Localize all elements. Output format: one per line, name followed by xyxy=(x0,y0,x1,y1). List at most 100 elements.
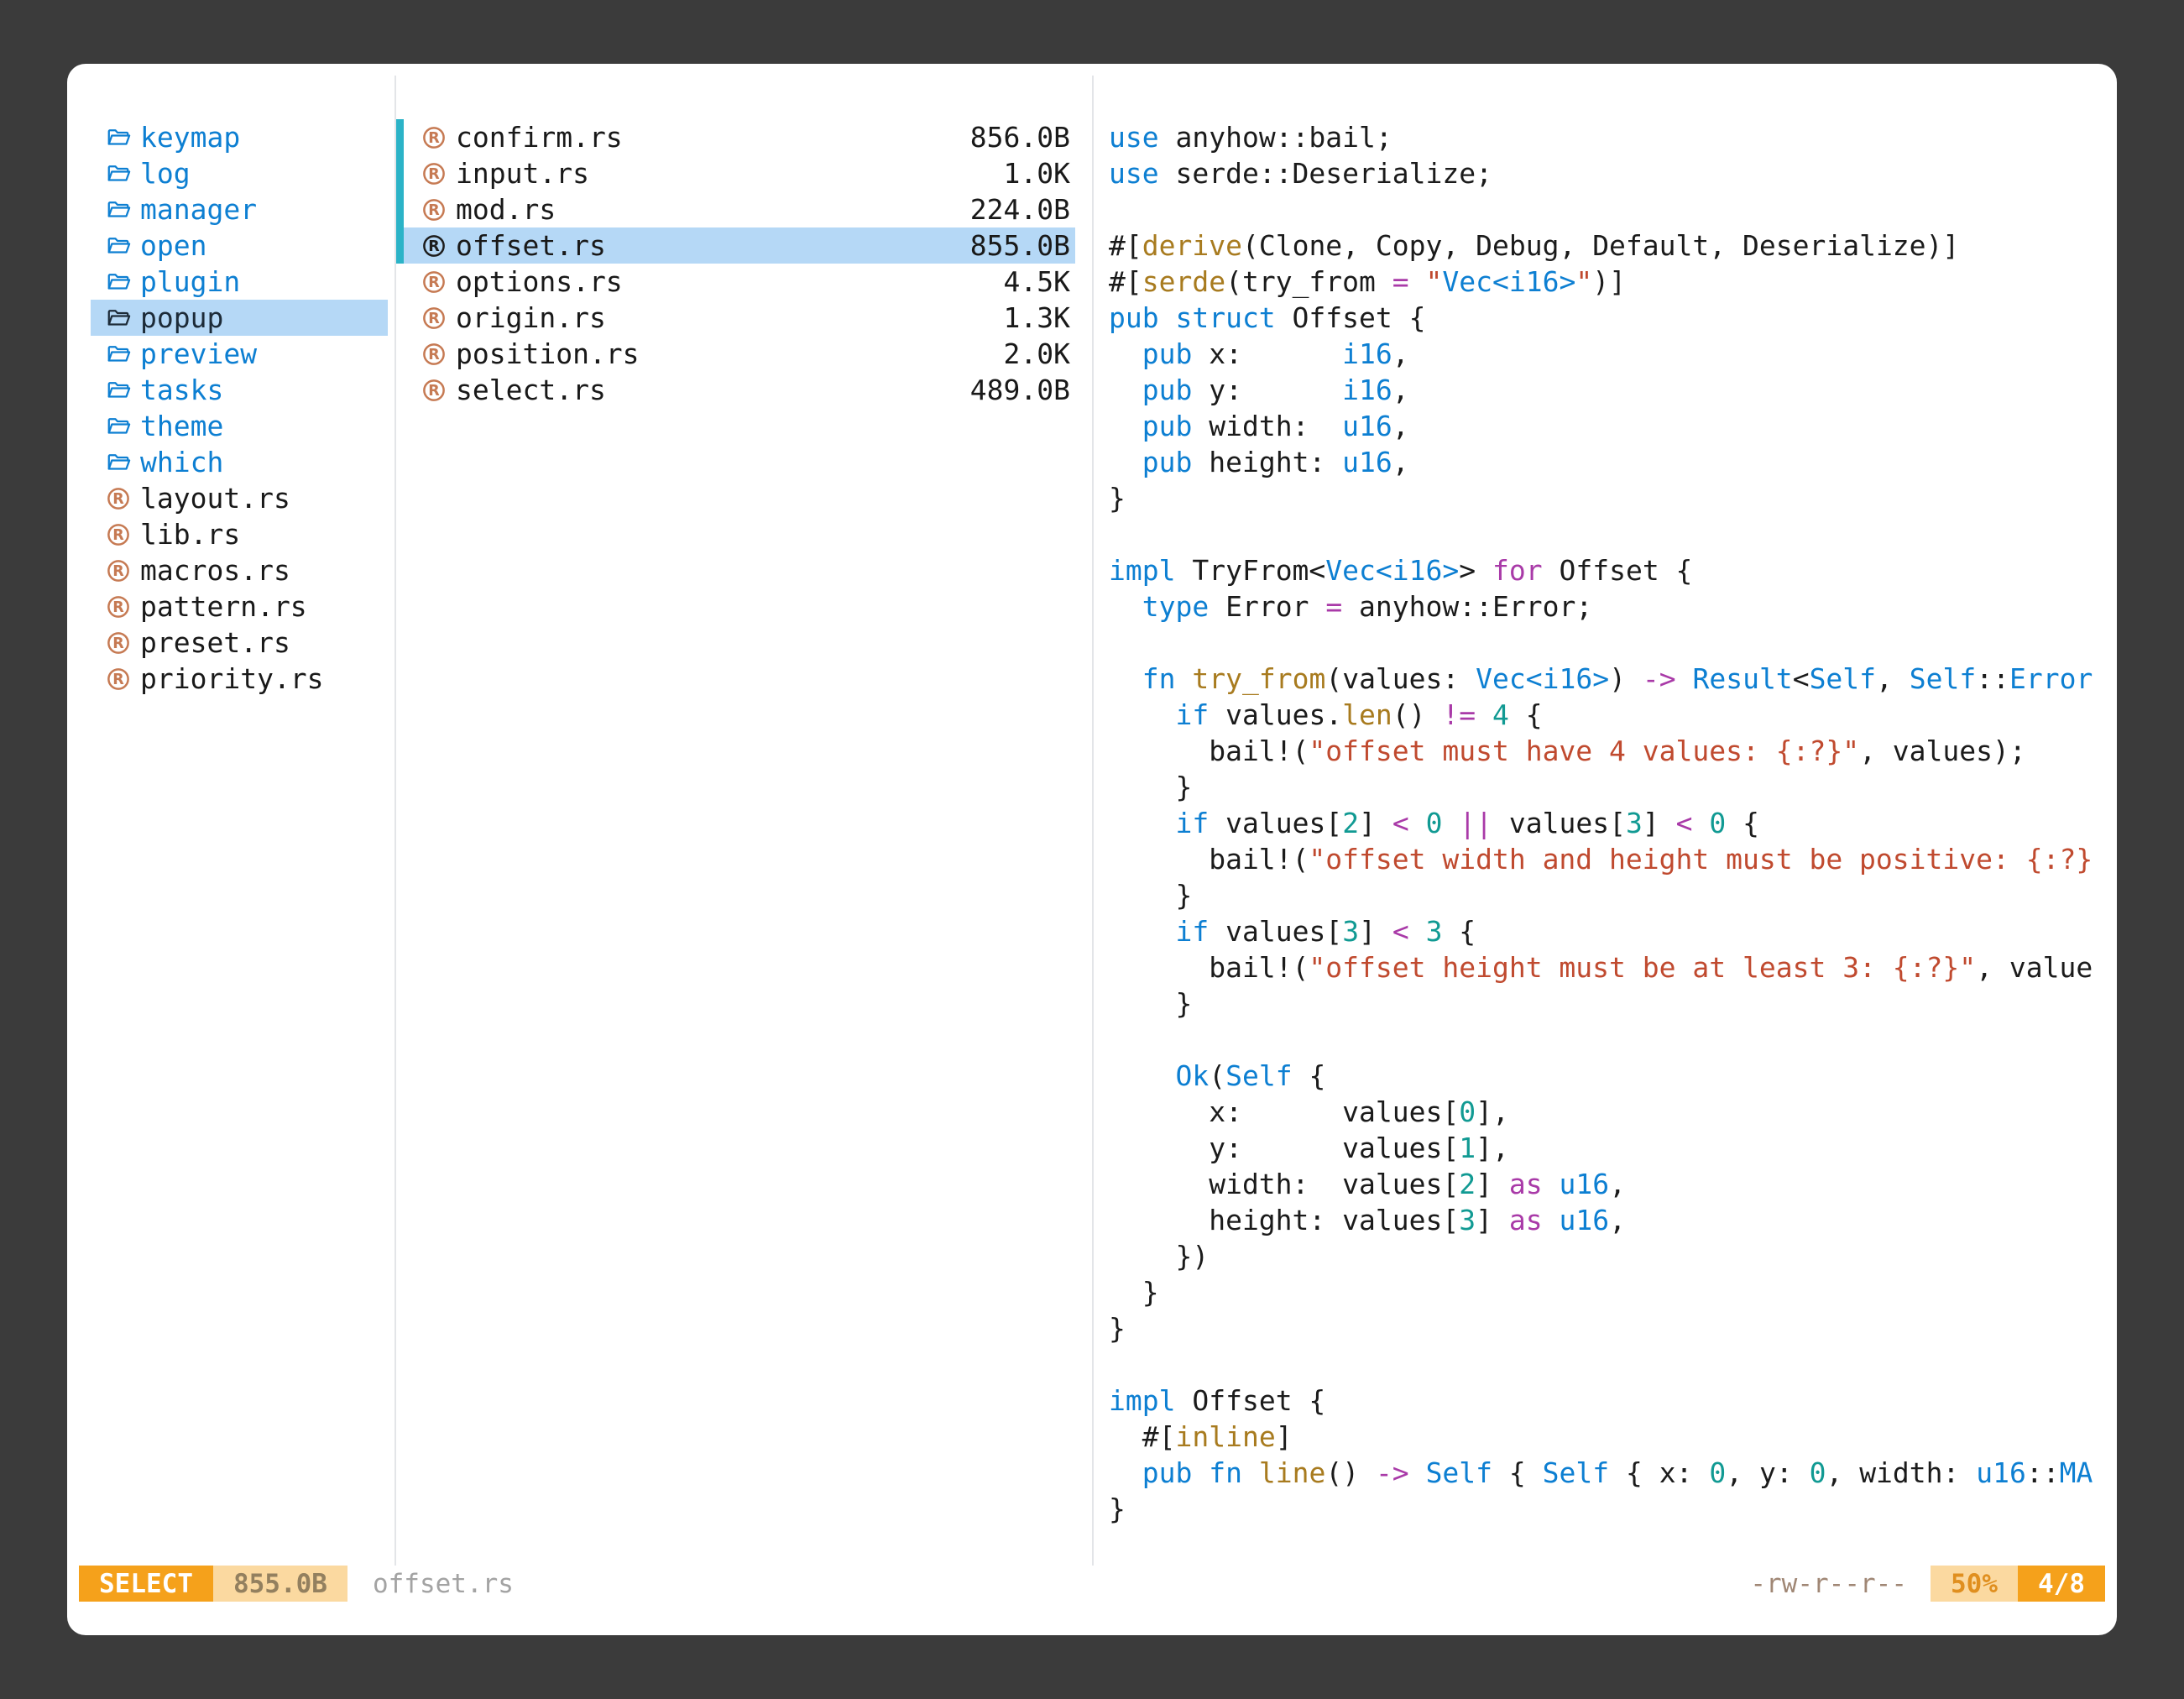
file-row[interactable]: R offset.rs 855.0B xyxy=(396,227,1075,264)
sidebar-item[interactable]: R preview xyxy=(91,336,388,372)
code-line: #[inline] xyxy=(1109,1419,2117,1455)
rust-file-icon: R xyxy=(106,522,131,547)
code-line: Ok(Self { xyxy=(1109,1058,2117,1094)
code-line: use anyhow::bail; xyxy=(1109,119,2117,155)
file-name: offset.rs xyxy=(456,229,970,262)
svg-text:R: R xyxy=(428,130,440,147)
file-row[interactable]: R position.rs 2.0K xyxy=(396,336,1075,372)
file-row[interactable]: R input.rs 1.0K xyxy=(396,155,1075,191)
preview-pane: use anyhow::bail;use serde::Deserialize;… xyxy=(1094,76,2117,1566)
item-label: macros.rs xyxy=(140,554,290,587)
file-size: 1.3K xyxy=(1004,301,1070,334)
folder-icon xyxy=(106,414,131,439)
code-line: #[derive(Clone, Copy, Debug, Default, De… xyxy=(1109,227,2117,264)
file-row[interactable]: R select.rs 489.0B xyxy=(396,372,1075,408)
file-name: confirm.rs xyxy=(456,121,970,154)
code-line: bail!("offset height must be at least 3:… xyxy=(1109,949,2117,985)
svg-text:R: R xyxy=(428,274,440,291)
file-name: mod.rs xyxy=(456,193,970,226)
code-line: fn try_from(values: Vec<i16>) -> Result<… xyxy=(1109,661,2117,697)
sidebar-item[interactable]: R priority.rs xyxy=(91,661,388,697)
folder-icon xyxy=(106,450,131,475)
file-size: 4.5K xyxy=(1004,265,1070,298)
item-label: preset.rs xyxy=(140,626,290,659)
sidebar-item[interactable]: R open xyxy=(91,227,388,264)
sidebar-item[interactable]: R macros.rs xyxy=(91,552,388,588)
svg-text:R: R xyxy=(428,202,440,219)
code-line: pub y: i16, xyxy=(1109,372,2117,408)
file-row[interactable]: R options.rs 4.5K xyxy=(396,264,1075,300)
rust-file-icon: R xyxy=(106,630,131,656)
file-row[interactable]: R origin.rs 1.3K xyxy=(396,300,1075,336)
svg-text:R: R xyxy=(112,672,124,688)
cursor-position-badge: 4/8 xyxy=(2018,1566,2105,1602)
code-line: bail!("offset width and height must be p… xyxy=(1109,841,2117,877)
sidebar-item[interactable]: R manager xyxy=(91,191,388,227)
folder-icon xyxy=(106,125,131,150)
file-row[interactable]: R mod.rs 224.0B xyxy=(396,191,1075,227)
item-label: popup xyxy=(140,301,223,334)
file-row[interactable]: R confirm.rs 856.0B xyxy=(396,119,1075,155)
sidebar-item[interactable]: R log xyxy=(91,155,388,191)
code-line xyxy=(1109,625,2117,661)
sidebar-item[interactable]: R layout.rs xyxy=(91,480,388,516)
file-size: 2.0K xyxy=(1004,337,1070,370)
file-size-badge: 855.0B xyxy=(213,1566,347,1602)
code-line: bail!("offset must have 4 values: {:?}",… xyxy=(1109,733,2117,769)
item-label: theme xyxy=(140,410,223,442)
rust-file-icon: R xyxy=(421,233,447,259)
svg-text:R: R xyxy=(112,635,124,652)
file-name: select.rs xyxy=(456,374,970,406)
item-label: keymap xyxy=(140,121,240,154)
sidebar-item[interactable]: R keymap xyxy=(91,119,388,155)
svg-text:R: R xyxy=(112,491,124,508)
code-preview: use anyhow::bail;use serde::Deserialize;… xyxy=(1109,119,2117,1527)
sidebar-item[interactable]: R popup xyxy=(91,300,388,336)
code-line: } xyxy=(1109,1310,2117,1346)
svg-text:R: R xyxy=(428,166,440,183)
code-line: impl Offset { xyxy=(1109,1383,2117,1419)
code-line: if values[3] < 3 { xyxy=(1109,913,2117,949)
current-directory-pane: R confirm.rs 856.0B R input.rs 1.0K xyxy=(394,76,1094,1566)
svg-text:R: R xyxy=(428,383,440,400)
sidebar-item[interactable]: R tasks xyxy=(91,372,388,408)
folder-icon xyxy=(106,342,131,367)
folder-icon xyxy=(106,306,131,331)
file-size: 855.0B xyxy=(970,229,1070,262)
folder-icon xyxy=(106,197,131,222)
file-name: origin.rs xyxy=(456,301,1004,334)
sidebar-item[interactable]: R theme xyxy=(91,408,388,444)
item-label: preview xyxy=(140,337,257,370)
item-label: which xyxy=(140,446,223,478)
item-label: priority.rs xyxy=(140,662,324,695)
item-label: open xyxy=(140,229,206,262)
svg-text:R: R xyxy=(428,347,440,363)
item-label: lib.rs xyxy=(140,518,240,551)
rust-file-icon: R xyxy=(421,342,447,367)
sidebar-item[interactable]: R lib.rs xyxy=(91,516,388,552)
sidebar-item[interactable]: R plugin xyxy=(91,264,388,300)
main-panes: R keymap R xyxy=(67,76,2117,1566)
code-line: }) xyxy=(1109,1238,2117,1274)
code-line xyxy=(1109,1022,2117,1058)
item-label: log xyxy=(140,157,191,190)
item-label: layout.rs xyxy=(140,482,290,515)
mode-badge: SELECT xyxy=(79,1566,213,1602)
code-line: if values.len() != 4 { xyxy=(1109,697,2117,733)
svg-text:R: R xyxy=(112,599,124,616)
sidebar-item[interactable]: R which xyxy=(91,444,388,480)
rust-file-icon: R xyxy=(106,594,131,619)
code-line: } xyxy=(1109,877,2117,913)
code-line: impl TryFrom<Vec<i16>> for Offset { xyxy=(1109,552,2117,588)
code-line: } xyxy=(1109,985,2117,1022)
code-line: } xyxy=(1109,480,2117,516)
rust-file-icon: R xyxy=(421,378,447,403)
code-line: width: values[2] as u16, xyxy=(1109,1166,2117,1202)
file-permissions: -rw-r--r-- xyxy=(1750,1569,1907,1599)
code-line: } xyxy=(1109,769,2117,805)
code-line xyxy=(1109,516,2117,552)
sidebar-item[interactable]: R pattern.rs xyxy=(91,588,388,625)
svg-text:R: R xyxy=(112,527,124,544)
sidebar-item[interactable]: R preset.rs xyxy=(91,625,388,661)
rust-file-icon: R xyxy=(106,558,131,583)
